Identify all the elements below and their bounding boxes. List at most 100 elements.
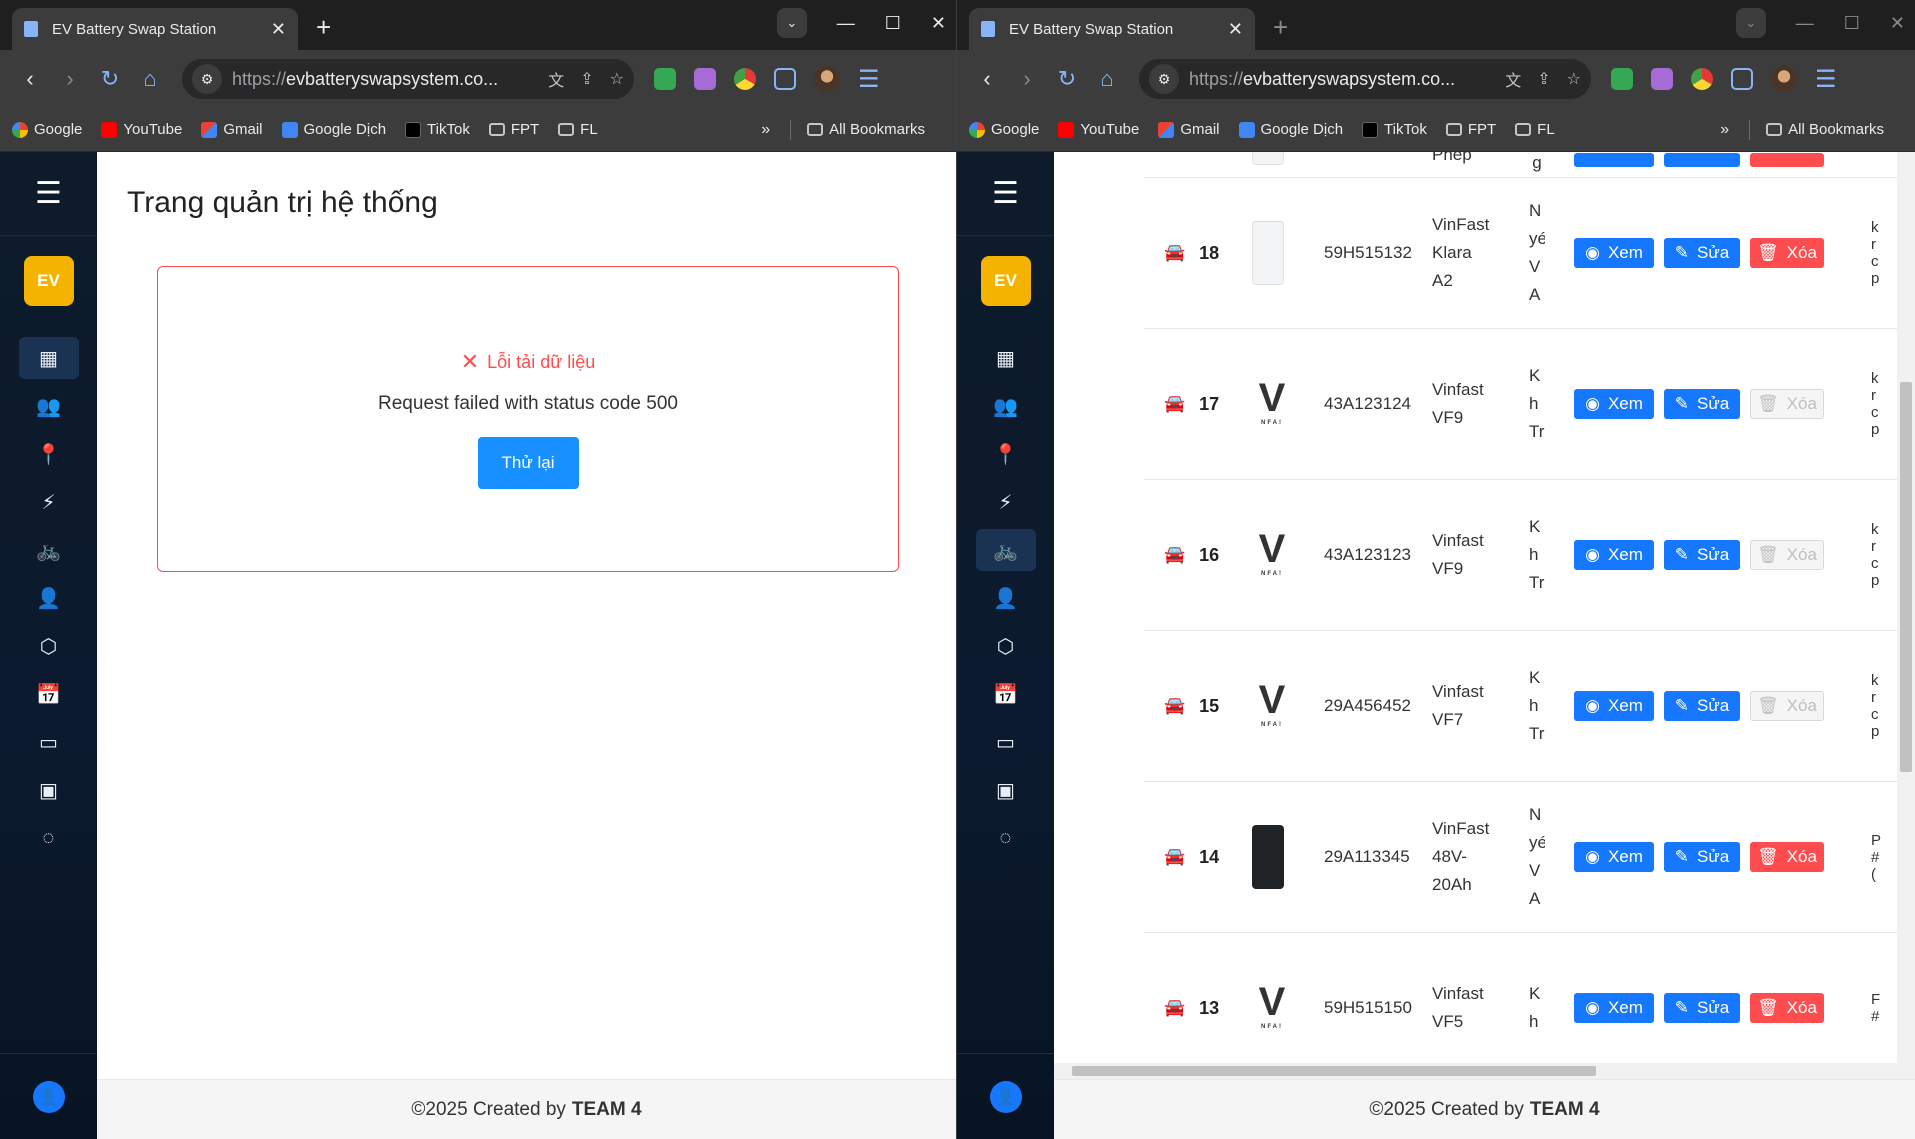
- delete-button[interactable]: [1750, 153, 1824, 167]
- back-button[interactable]: ‹: [10, 66, 50, 92]
- view-button[interactable]: ◉ Xem: [1574, 238, 1654, 268]
- sidebar-item-batteries[interactable]: ⚡: [0, 478, 97, 526]
- sidebar-item-vehicles[interactable]: 🚲: [957, 526, 1054, 574]
- user-profile-icon[interactable]: 👤: [989, 1080, 1022, 1113]
- minimize-button[interactable]: —: [837, 13, 855, 34]
- sidebar-item-payments[interactable]: ▭: [957, 718, 1054, 766]
- forward-button[interactable]: ›: [1007, 66, 1047, 92]
- maximize-button[interactable]: ☐: [1844, 13, 1860, 34]
- view-button[interactable]: ◉ Xem: [1574, 993, 1654, 1023]
- profile-avatar[interactable]: [814, 66, 840, 92]
- share-icon[interactable]: ⇪: [1537, 69, 1550, 89]
- bookmark-google-dich[interactable]: Google Dịch: [281, 121, 386, 138]
- bookmark-fl[interactable]: FL: [1515, 121, 1555, 138]
- sidebar-item-staff[interactable]: 👤: [957, 574, 1054, 622]
- sidebar-item-packages[interactable]: ⬡: [957, 622, 1054, 670]
- sidebar-item-staff[interactable]: 👤: [0, 574, 97, 622]
- browser-tab[interactable]: EV Battery Swap Station ✕: [12, 8, 298, 50]
- bookmark-tiktok[interactable]: TikTok: [405, 121, 470, 138]
- delete-button[interactable]: 🗑 Xóa: [1750, 238, 1824, 268]
- bookmark-youtube[interactable]: YouTube: [101, 121, 182, 138]
- edit-button[interactable]: ✎ Sửa: [1664, 540, 1740, 570]
- bookmark-google[interactable]: Google: [12, 121, 82, 138]
- sidebar-item-users[interactable]: 👥: [957, 382, 1054, 430]
- edit-button[interactable]: ✎ Sửa: [1664, 842, 1740, 872]
- home-button[interactable]: ⌂: [1087, 66, 1127, 92]
- extension-color-icon[interactable]: [734, 68, 756, 90]
- retry-button[interactable]: Thử lại: [477, 437, 579, 489]
- user-profile-icon[interactable]: 👤: [32, 1080, 65, 1113]
- bookmark-star-icon[interactable]: ☆: [1567, 69, 1581, 89]
- vertical-scrollbar[interactable]: [1897, 152, 1915, 1079]
- all-bookmarks[interactable]: All Bookmarks: [1766, 121, 1884, 138]
- delete-button[interactable]: 🗑 Xóa: [1750, 389, 1824, 419]
- sidebar-item-dashboard[interactable]: ▦: [957, 334, 1054, 382]
- extensions-puzzle-icon[interactable]: [774, 68, 796, 90]
- reload-button[interactable]: ↻: [90, 66, 130, 92]
- bookmark-gmail[interactable]: Gmail: [201, 121, 263, 138]
- horizontal-scroll-thumb[interactable]: [1072, 1066, 1596, 1076]
- edit-button[interactable]: ✎ Sửa: [1664, 389, 1740, 419]
- bookmark-tiktok[interactable]: TikTok: [1362, 121, 1427, 138]
- bookmark-fpt[interactable]: FPT: [488, 121, 539, 138]
- view-button[interactable]: ◉ Xem: [1574, 540, 1654, 570]
- site-info-icon[interactable]: ⚙: [1149, 64, 1179, 94]
- horizontal-scrollbar[interactable]: [1054, 1063, 1897, 1079]
- sidebar-item-support[interactable]: ◌: [0, 814, 97, 862]
- delete-button[interactable]: 🗑 Xóa: [1750, 842, 1824, 872]
- browser-menu-icon[interactable]: ☰: [858, 65, 880, 94]
- maximize-button[interactable]: ☐: [885, 13, 901, 34]
- delete-button[interactable]: 🗑 Xóa: [1750, 540, 1824, 570]
- bookmark-google[interactable]: Google: [969, 121, 1039, 138]
- view-button[interactable]: [1574, 153, 1654, 167]
- sidebar-item-users[interactable]: 👥: [0, 382, 97, 430]
- sidebar-item-dashboard[interactable]: ▦: [0, 334, 97, 382]
- view-button[interactable]: ◉ Xem: [1574, 691, 1654, 721]
- sidebar-item-stations[interactable]: 📍: [957, 430, 1054, 478]
- menu-toggle-icon[interactable]: ☰: [0, 152, 97, 236]
- browser-menu-icon[interactable]: ☰: [1815, 65, 1837, 94]
- edit-button[interactable]: ✎ Sửa: [1664, 238, 1740, 268]
- more-bookmarks-icon[interactable]: »: [1720, 121, 1729, 139]
- extension-purple-icon[interactable]: [694, 68, 716, 90]
- address-bar[interactable]: ⚙ https://evbatteryswapsystem.co... 文 ⇪ …: [1139, 59, 1591, 99]
- extension-green-icon[interactable]: [654, 68, 676, 90]
- edit-button[interactable]: ✎ Sửa: [1664, 993, 1740, 1023]
- close-tab-icon[interactable]: ✕: [1228, 19, 1243, 40]
- sidebar-item-transactions[interactable]: ▣: [0, 766, 97, 814]
- new-tab-button[interactable]: +: [316, 12, 331, 42]
- bookmark-star-icon[interactable]: ☆: [610, 69, 624, 89]
- sidebar-item-stations[interactable]: 📍: [0, 430, 97, 478]
- sidebar-item-payments[interactable]: ▭: [0, 718, 97, 766]
- sidebar-item-vehicles[interactable]: 🚲: [0, 526, 97, 574]
- view-button[interactable]: ◉ Xem: [1574, 389, 1654, 419]
- share-icon[interactable]: ⇪: [580, 69, 593, 89]
- menu-toggle-icon[interactable]: ☰: [957, 152, 1054, 236]
- sidebar-item-batteries[interactable]: ⚡: [957, 478, 1054, 526]
- new-tab-button[interactable]: +: [1273, 12, 1288, 42]
- reload-button[interactable]: ↻: [1047, 66, 1087, 92]
- close-tab-icon[interactable]: ✕: [271, 19, 286, 40]
- back-button[interactable]: ‹: [967, 66, 1007, 92]
- minimize-button[interactable]: —: [1796, 13, 1814, 34]
- forward-button[interactable]: ›: [50, 66, 90, 92]
- more-bookmarks-icon[interactable]: »: [761, 121, 770, 139]
- edit-button[interactable]: [1664, 153, 1740, 167]
- sidebar-item-schedule[interactable]: 📅: [0, 670, 97, 718]
- view-button[interactable]: ◉ Xem: [1574, 842, 1654, 872]
- bookmark-google-dich[interactable]: Google Dịch: [1238, 121, 1343, 138]
- all-bookmarks[interactable]: All Bookmarks: [807, 121, 925, 138]
- delete-button[interactable]: 🗑 Xóa: [1750, 993, 1824, 1023]
- extension-color-icon[interactable]: [1691, 68, 1713, 90]
- sidebar-item-transactions[interactable]: ▣: [957, 766, 1054, 814]
- bookmark-youtube[interactable]: YouTube: [1058, 121, 1139, 138]
- extension-purple-icon[interactable]: [1651, 68, 1673, 90]
- tab-search-button[interactable]: ⌄: [1735, 8, 1766, 38]
- translate-icon[interactable]: 文: [1505, 67, 1521, 91]
- address-bar[interactable]: ⚙ https://evbatteryswapsystem.co... 文 ⇪ …: [182, 59, 634, 99]
- bookmark-fpt[interactable]: FPT: [1445, 121, 1496, 138]
- extensions-puzzle-icon[interactable]: [1731, 68, 1753, 90]
- delete-button[interactable]: 🗑 Xóa: [1750, 691, 1824, 721]
- close-window-button[interactable]: ✕: [1890, 13, 1905, 34]
- sidebar-item-support[interactable]: ◌: [957, 814, 1054, 862]
